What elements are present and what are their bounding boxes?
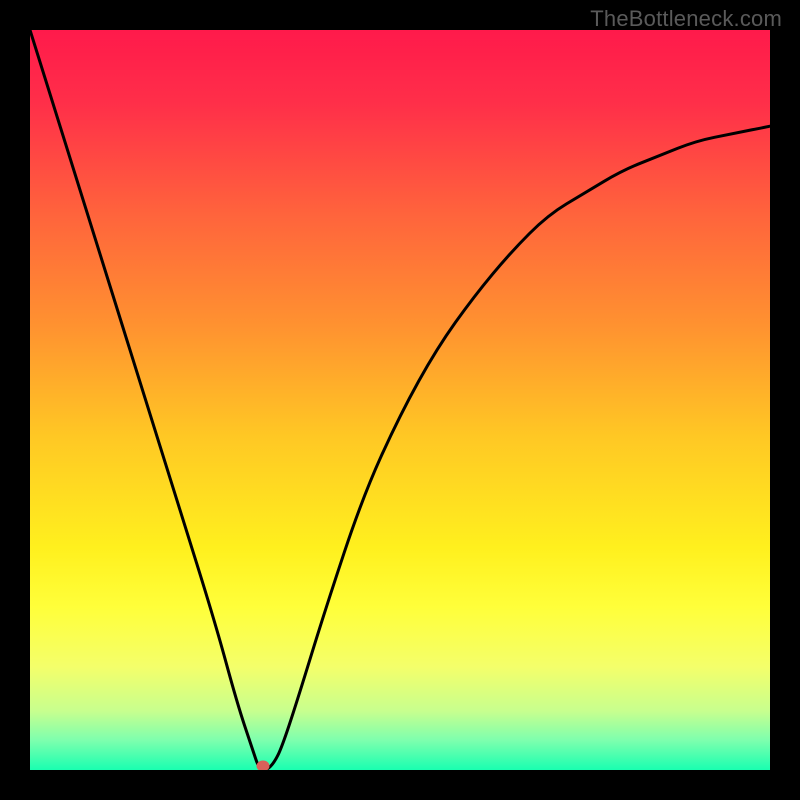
chart-frame: TheBottleneck.com [0,0,800,800]
bottleneck-curve [30,30,770,770]
watermark: TheBottleneck.com [590,6,782,32]
curve-layer [30,30,770,770]
min-marker [257,761,270,770]
plot-area [30,30,770,770]
